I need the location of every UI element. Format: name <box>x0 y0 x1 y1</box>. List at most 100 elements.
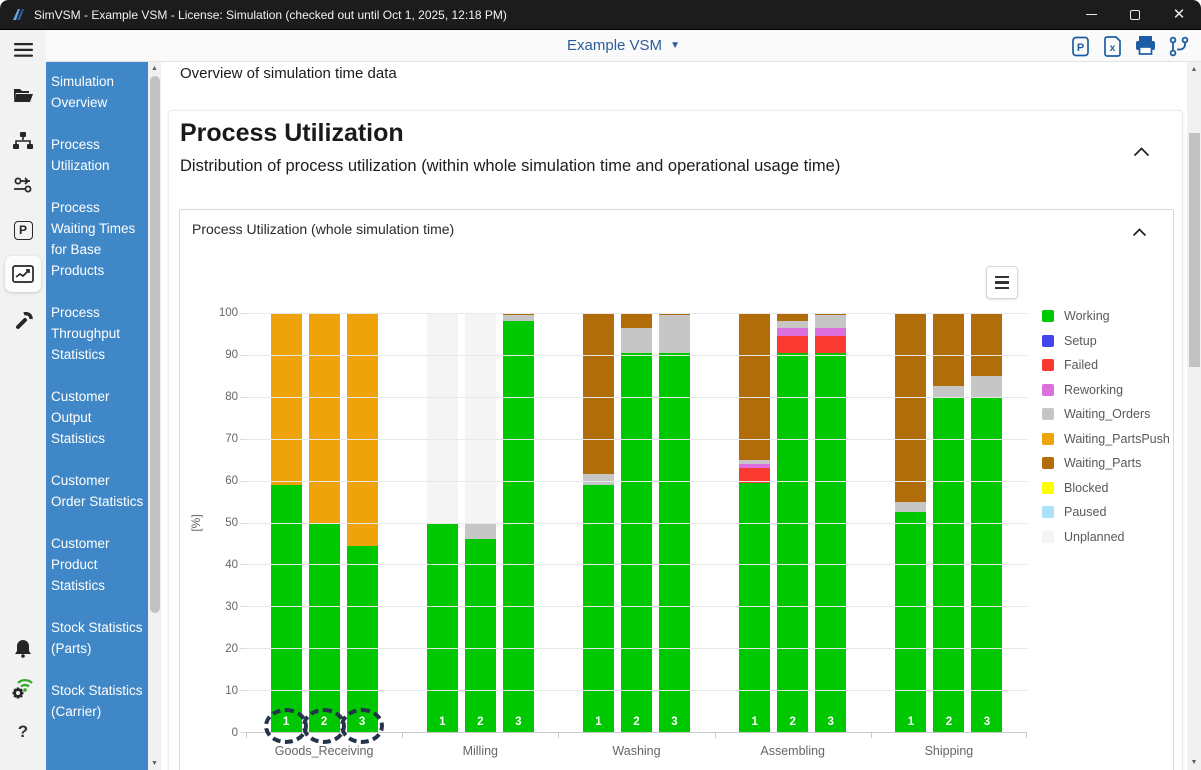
y-tick <box>240 523 246 524</box>
sidebar-item[interactable]: Customer Output Statistics <box>51 386 144 449</box>
bar-segment-working <box>815 353 846 732</box>
bar-segment-unplanned <box>427 313 458 523</box>
branch-icon[interactable] <box>1169 36 1189 57</box>
legend-item[interactable]: Paused <box>1042 505 1170 519</box>
sidebar-item[interactable]: Customer Order Statistics <box>51 470 144 512</box>
legend-item[interactable]: Unplanned <box>1042 530 1170 544</box>
line-chart-icon[interactable] <box>5 256 41 292</box>
x-tick <box>715 732 716 738</box>
legend-label: Setup <box>1064 334 1097 348</box>
legend-item[interactable]: Reworking <box>1042 383 1170 397</box>
excel-export-icon[interactable]: x <box>1103 36 1122 57</box>
y-tick <box>240 355 246 356</box>
legend-item[interactable]: Working <box>1042 309 1170 323</box>
bar-label: 3 <box>347 716 378 728</box>
chart-menu-button[interactable] <box>986 266 1018 299</box>
legend-item[interactable]: Waiting_Parts <box>1042 456 1170 470</box>
gear-network-icon[interactable] <box>5 670 41 706</box>
maximize-button[interactable] <box>1113 0 1157 29</box>
bar-segment-waiting_orders <box>895 502 926 512</box>
bar-segment-waiting_parts <box>971 313 1002 376</box>
x-tick <box>402 732 403 738</box>
legend-label: Failed <box>1064 358 1098 372</box>
title-bar: SimVSM - Example VSM - License: Simulati… <box>0 0 1201 30</box>
gridline <box>246 313 1027 314</box>
sidebar-item[interactable]: Simulation Overview <box>51 71 144 113</box>
legend-swatch-icon <box>1042 359 1054 371</box>
legend-item[interactable]: Blocked <box>1042 481 1170 495</box>
minimize-button[interactable] <box>1069 0 1113 29</box>
chevron-up-icon[interactable] <box>1132 224 1147 242</box>
legend-label: Reworking <box>1064 383 1123 397</box>
sidebar-scrollbar-thumb[interactable] <box>150 76 160 613</box>
window-title: SimVSM - Example VSM - License: Simulati… <box>34 8 1069 22</box>
y-axis-labels: 0102030405060708090100 <box>190 313 238 733</box>
x-tick <box>558 732 559 738</box>
sidebar-item[interactable]: Stock Statistics (Carrier) <box>51 680 144 722</box>
icon-rail: P ? <box>0 30 46 770</box>
bar-label: 2 <box>465 716 496 728</box>
stacked-bar-chart: Working Setup Failed Reworking Waiting_Order… <box>180 260 1173 770</box>
app-logo-icon <box>10 7 26 23</box>
legend-item[interactable]: Failed <box>1042 358 1170 372</box>
bar-segment-working <box>895 512 926 732</box>
legend-item[interactable]: Setup <box>1042 334 1170 348</box>
parking-icon[interactable]: P <box>5 212 41 248</box>
wrench-icon[interactable] <box>5 302 41 338</box>
bar-segment-working <box>347 546 378 732</box>
legend-swatch-icon <box>1042 457 1054 469</box>
y-tick-label: 60 <box>225 475 238 487</box>
close-button[interactable]: ✕ <box>1157 0 1201 29</box>
legend-label: Paused <box>1064 505 1106 519</box>
sidebar-item[interactable]: Stock Statistics (Parts) <box>51 617 144 659</box>
bar-segment-waiting_parts <box>895 313 926 502</box>
x-tick <box>246 732 247 738</box>
bell-icon[interactable] <box>5 630 41 666</box>
legend-swatch-icon <box>1042 384 1054 396</box>
bar-segment-working <box>309 523 340 733</box>
pdf-export-icon[interactable]: P <box>1071 36 1090 57</box>
sidebar-scrollbar[interactable]: ▲ ▼ <box>148 62 161 770</box>
flow-icon[interactable] <box>5 167 41 203</box>
help-icon[interactable]: ? <box>5 714 41 750</box>
legend-label: Working <box>1064 309 1110 323</box>
y-tick-label: 40 <box>225 559 238 571</box>
legend-item[interactable]: Waiting_Orders <box>1042 407 1170 421</box>
legend-swatch-icon <box>1042 335 1054 347</box>
bar-label: 3 <box>659 716 690 728</box>
y-tick <box>240 648 246 649</box>
x-tick <box>871 732 872 738</box>
scroll-down-icon[interactable]: ▼ <box>1187 759 1201 766</box>
x-axis-category-label: Assembling <box>715 744 871 758</box>
chevron-down-icon: ▼ <box>670 40 680 51</box>
sidebar-item[interactable]: Customer Product Statistics <box>51 533 144 596</box>
chart-legend: Working Setup Failed Reworking Waiting_Order… <box>1042 309 1170 554</box>
legend-swatch-icon <box>1042 482 1054 494</box>
sidebar-item[interactable]: Process Utilization <box>51 134 144 176</box>
menu-icon[interactable] <box>5 32 41 68</box>
bar-segment-working <box>777 353 808 732</box>
scroll-up-icon[interactable]: ▲ <box>148 65 161 72</box>
gridline <box>246 564 1027 565</box>
main-scrollbar[interactable]: ▲ ▼ <box>1187 62 1201 770</box>
sidebar-item[interactable]: Process Throughput Statistics <box>51 302 144 365</box>
main-scrollbar-thumb[interactable] <box>1189 133 1200 367</box>
bar-label: 1 <box>583 716 614 728</box>
scroll-down-icon[interactable]: ▼ <box>148 760 161 767</box>
sitemap-icon[interactable] <box>5 122 41 158</box>
bar-segment-working <box>621 353 652 732</box>
bar-segment-waiting_partspush <box>347 313 378 546</box>
bar-segment-reworking <box>777 328 808 336</box>
print-icon[interactable] <box>1135 36 1156 56</box>
open-folder-icon[interactable] <box>5 77 41 113</box>
chevron-up-icon[interactable] <box>1133 144 1150 162</box>
scroll-up-icon[interactable]: ▲ <box>1187 66 1201 73</box>
bar-segment-waiting_parts <box>621 313 652 328</box>
bar-segment-waiting_orders <box>971 376 1002 397</box>
bar-label: 2 <box>777 716 808 728</box>
project-selector[interactable]: Example VSM ▼ <box>567 37 680 54</box>
sidebar-item[interactable]: Process Waiting Times for Base Products <box>51 197 144 281</box>
legend-item[interactable]: Waiting_PartsPush <box>1042 432 1170 446</box>
legend-swatch-icon <box>1042 310 1054 322</box>
bar-label: 2 <box>933 716 964 728</box>
